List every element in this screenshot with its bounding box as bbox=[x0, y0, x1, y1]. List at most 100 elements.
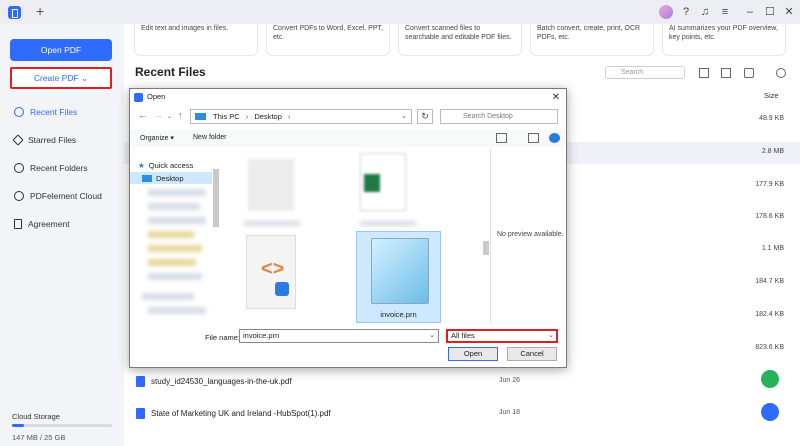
sidebar-item-pdfelement-cloud[interactable]: PDFelement Cloud bbox=[14, 188, 118, 204]
file-list-scrollbar[interactable] bbox=[483, 241, 489, 255]
table-row[interactable]: study_id24530_languages-in-the-uk.pdf bbox=[136, 374, 292, 388]
tree-item-quick-access[interactable]: ★ Quick access bbox=[138, 159, 218, 171]
sidebar-item-starred-files[interactable]: Starred Files bbox=[12, 132, 118, 148]
file-type-select[interactable]: All files ⌄ bbox=[446, 329, 558, 343]
code-icon: <> bbox=[261, 258, 285, 280]
sidebar-item-label: Starred Files bbox=[28, 135, 77, 145]
star-icon bbox=[12, 134, 24, 146]
grid-view-icon[interactable] bbox=[699, 68, 709, 78]
tree-item-label: Desktop bbox=[156, 173, 184, 183]
sidebar-item-recent-files[interactable]: Recent Files bbox=[14, 104, 118, 120]
open-pdf-button[interactable]: Open PDF bbox=[10, 39, 112, 61]
chevron-down-icon[interactable]: ⌄ bbox=[548, 331, 554, 341]
breadcrumb-item[interactable]: This PC bbox=[213, 112, 240, 121]
code-file-thumbnail[interactable]: <> bbox=[246, 235, 296, 309]
ai-assistant-icon[interactable] bbox=[761, 403, 779, 421]
view-options-icon[interactable] bbox=[496, 133, 507, 143]
file-name-label: File name: bbox=[205, 333, 241, 342]
feature-card[interactable]: Edit text and images in files. bbox=[134, 24, 258, 56]
create-pdf-button[interactable]: Create PDF ⌄ bbox=[10, 67, 112, 89]
menu-icon[interactable]: ≡ bbox=[717, 4, 733, 20]
blurred-item bbox=[148, 189, 206, 196]
help-icon[interactable]: ? bbox=[678, 4, 694, 20]
file-name: invoice.prn bbox=[380, 310, 417, 319]
feature-card[interactable]: AI summarizes your PDF overview, key poi… bbox=[662, 24, 786, 56]
select-icon[interactable] bbox=[744, 68, 754, 78]
blurred-item bbox=[148, 245, 202, 252]
preview-text: No preview available. bbox=[497, 231, 564, 238]
monitor-icon bbox=[195, 113, 206, 120]
file-thumbnail[interactable] bbox=[248, 159, 294, 211]
sidebar-item-recent-folders[interactable]: Recent Folders bbox=[14, 160, 118, 176]
preview-pane-icon[interactable] bbox=[528, 133, 539, 143]
chevron-down-icon[interactable]: ⌄ bbox=[429, 330, 435, 342]
back-arrow-icon[interactable]: ← bbox=[138, 110, 147, 120]
blurred-item bbox=[148, 259, 196, 266]
file-item-selected[interactable]: invoice.prn bbox=[356, 231, 441, 323]
file-date: Jun 26 bbox=[499, 377, 521, 384]
avatar[interactable] bbox=[659, 5, 673, 19]
file-date: Jun 18 bbox=[499, 409, 521, 416]
new-folder-button[interactable]: New folder bbox=[193, 134, 226, 141]
forward-arrow-icon[interactable]: → bbox=[154, 110, 163, 120]
cancel-button[interactable]: Cancel bbox=[507, 347, 557, 361]
minimize-icon[interactable]: – bbox=[742, 4, 758, 20]
size-column-header[interactable]: Size bbox=[764, 91, 779, 100]
blurred-item bbox=[142, 293, 194, 300]
search-input[interactable]: Search Desktop bbox=[440, 109, 558, 124]
sidebar: Open PDF Create PDF ⌄ Recent Files Starr… bbox=[0, 24, 124, 446]
preview-pane: No preview available. bbox=[483, 149, 568, 323]
open-button[interactable]: Open bbox=[448, 347, 498, 361]
search-input[interactable]: Search bbox=[605, 66, 685, 79]
clock-icon bbox=[14, 107, 24, 117]
table-cell-size: 823.6 KB bbox=[755, 344, 784, 351]
maximize-icon[interactable]: ☐ bbox=[762, 4, 778, 20]
up-arrow-icon[interactable]: ↑ bbox=[178, 110, 183, 120]
blurred-item bbox=[148, 273, 202, 280]
chevron-down-icon[interactable]: ⌄ bbox=[401, 110, 407, 123]
refresh-icon[interactable]: ↻ bbox=[417, 109, 433, 124]
tree-item-label: Quick access bbox=[148, 160, 194, 170]
blurred-item bbox=[148, 203, 200, 210]
feature-card[interactable]: Convert PDFs to Word, Excel, PPT, etc. bbox=[266, 24, 390, 56]
chevron-down-icon[interactable]: ⌄ bbox=[167, 113, 172, 120]
document-icon bbox=[14, 219, 22, 229]
file-name-input[interactable]: invoice.prn ⌄ bbox=[239, 329, 439, 343]
open-file-dialog: Open ✕ ← → ⌄ ↑ This PC › Desktop › ⌄ ↻ S… bbox=[129, 88, 567, 368]
address-bar[interactable]: This PC › Desktop › ⌄ bbox=[190, 109, 412, 124]
table-row[interactable]: State of Marketing UK and Ireland -HubSp… bbox=[136, 406, 331, 420]
blurred-item bbox=[360, 221, 416, 226]
pdf-file-icon bbox=[136, 407, 145, 419]
create-pdf-label: Create PDF bbox=[33, 73, 79, 83]
sidebar-item-agreement[interactable]: Agreement bbox=[14, 216, 118, 232]
breadcrumb-item[interactable]: Desktop bbox=[254, 112, 282, 121]
spreadsheet-thumbnail[interactable] bbox=[360, 153, 406, 211]
storage-progress-fill bbox=[12, 424, 24, 427]
close-window-icon[interactable]: ✕ bbox=[781, 4, 797, 20]
feature-card[interactable]: Batch convert, create, print, OCR PDFs, … bbox=[530, 24, 654, 56]
dialog-toolbar: Organize ▾ New folder bbox=[130, 130, 566, 147]
vscode-icon bbox=[275, 282, 289, 296]
table-cell-size: 184.7 KB bbox=[755, 278, 784, 285]
blurred-item bbox=[244, 221, 300, 226]
feature-card[interactable]: Convert scanned files to searchable and … bbox=[398, 24, 522, 56]
tree-item-desktop[interactable]: Desktop bbox=[130, 172, 212, 184]
tree-scrollbar[interactable] bbox=[213, 169, 219, 227]
refresh-icon[interactable] bbox=[776, 68, 786, 78]
page-title: Recent Files bbox=[135, 65, 206, 79]
cloud-storage-label: Cloud Storage bbox=[12, 412, 60, 421]
sidebar-item-label: PDFelement Cloud bbox=[30, 191, 102, 201]
close-icon[interactable]: ✕ bbox=[552, 90, 560, 106]
list-view-icon[interactable] bbox=[721, 68, 731, 78]
organize-button[interactable]: Organize ▾ bbox=[140, 134, 174, 142]
new-tab-button[interactable]: + bbox=[36, 3, 44, 19]
sidebar-item-label: Agreement bbox=[28, 219, 70, 229]
app-logo bbox=[134, 93, 143, 102]
pdf-file-icon bbox=[136, 375, 145, 387]
notification-bell-icon[interactable]: ♫ bbox=[697, 4, 713, 20]
help-icon[interactable] bbox=[549, 133, 560, 143]
chevron-down-icon: ⌄ bbox=[81, 73, 89, 83]
blurred-item bbox=[148, 231, 194, 238]
cloud-icon bbox=[14, 191, 24, 201]
support-icon[interactable] bbox=[761, 370, 779, 388]
